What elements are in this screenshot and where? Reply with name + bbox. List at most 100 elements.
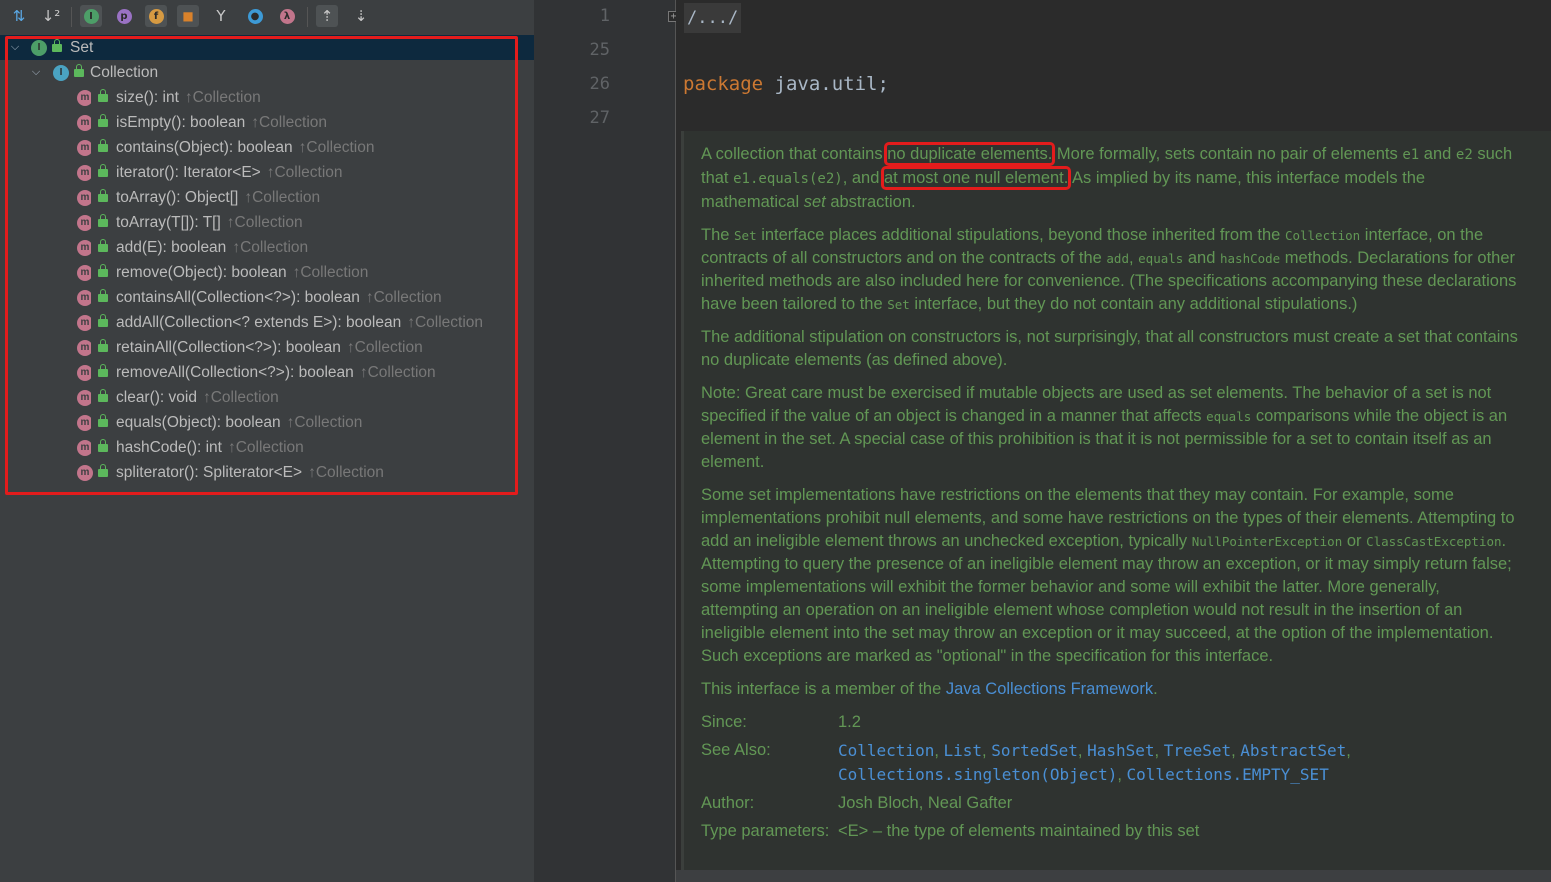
sort-alphabetically-button[interactable]: ↓² — [40, 5, 62, 27]
tree-node-method[interactable]: m spliterator(): Spliterator<E> ↑Collectio… — [0, 460, 534, 485]
inherited-from-label: ↑Collection — [232, 238, 309, 256]
separator: , — [982, 742, 992, 760]
tree-node-method[interactable]: m equals(Object): boolean ↑Collection — [0, 410, 534, 435]
method-icon: m — [77, 188, 95, 206]
public-lock-icon — [98, 189, 108, 202]
see-also-link[interactable]: SortedSet — [991, 741, 1078, 760]
show-inherited-button[interactable]: I — [80, 5, 102, 27]
public-lock-icon — [98, 289, 108, 302]
tree-node-method[interactable]: m hashCode(): int ↑Collection — [0, 435, 534, 460]
method-icon: m — [77, 113, 95, 131]
method-icon: m — [77, 138, 95, 156]
see-also-link[interactable]: Collections.singleton(Object) — [838, 765, 1117, 784]
method-icon: m — [77, 363, 95, 381]
method-signature: isEmpty(): boolean — [116, 113, 246, 131]
tree-node-method[interactable]: m addAll(Collection<? extends E>): boolea… — [0, 310, 534, 335]
see-also-link[interactable]: TreeSet — [1164, 741, 1231, 760]
tree-node-set[interactable]: ⌵ I Set — [0, 35, 534, 60]
line-number: 26 — [589, 74, 610, 94]
public-lock-icon — [98, 389, 108, 402]
horizontal-scrollbar[interactable] — [676, 870, 1551, 882]
tree-node-method[interactable]: m add(E): boolean ↑Collection — [0, 235, 534, 260]
autoscroll-to-source-button[interactable]: ⇡ — [316, 5, 338, 27]
method-icon: m — [77, 413, 95, 431]
tree-node-method[interactable]: m clear(): void ↑Collection — [0, 385, 534, 410]
method-signature: clear(): void — [116, 388, 197, 406]
lock-icon: ■ — [182, 8, 194, 23]
editor-gutter: 1 25 26 27 ✎ — [534, 0, 1182, 882]
package-name: java.util; — [763, 73, 889, 95]
anonymous-class-icon: ● — [247, 8, 263, 24]
see-also-link[interactable]: Collection — [838, 741, 934, 760]
method-icon: m — [77, 338, 95, 356]
method-signature: contains(Object): boolean — [116, 138, 293, 156]
public-lock-icon — [98, 114, 108, 127]
separator: , — [1117, 766, 1127, 784]
public-lock-icon — [98, 89, 108, 102]
tree-node-method[interactable]: m toArray(T[]): T[] ↑Collection — [0, 210, 534, 235]
chevron-down-icon[interactable]: ⌵ — [29, 66, 43, 80]
chevron-down-icon[interactable]: ⌵ — [8, 41, 22, 55]
tree-node-method[interactable]: m retainAll(Collection<?>): boolean ↑Colle… — [0, 335, 534, 360]
show-fields-button[interactable]: f — [145, 5, 167, 27]
author-tag: Author: Josh Bloch, Neal Gafter — [701, 794, 1013, 812]
sort-alphabetically-icon: ↓² — [41, 6, 61, 25]
inherited-from-label: ↑Collection — [298, 138, 375, 156]
collections-framework-link[interactable]: Java Collections Framework — [946, 680, 1153, 698]
show-lambdas-button[interactable]: Y — [210, 5, 232, 27]
see-also-link[interactable]: HashSet — [1087, 741, 1154, 760]
method-signature: remove(Object): boolean — [116, 263, 287, 281]
see-also-link[interactable]: Collections.EMPTY_SET — [1127, 765, 1329, 784]
show-non-public-button[interactable]: ■ — [177, 5, 199, 27]
inherited-from-label: ↑Collection — [365, 288, 442, 306]
inherited-from-label: ↑Collection — [346, 338, 423, 356]
public-lock-icon — [98, 314, 108, 327]
tree-node-method[interactable]: m size(): int ↑Collection — [0, 85, 534, 110]
tree-node-method[interactable]: m iterator(): Iterator<E> ↑Collection — [0, 160, 534, 185]
see-also-link[interactable]: List — [944, 741, 983, 760]
method-icon: m — [77, 263, 95, 281]
tree-node-method[interactable]: m remove(Object): boolean ↑Collection — [0, 260, 534, 285]
line-number: 27 — [589, 108, 610, 128]
public-lock-icon — [52, 39, 62, 52]
inherited-from-label: ↑Collection — [266, 163, 343, 181]
method-icon: m — [77, 238, 95, 256]
autoscroll-to-source-icon: ⇡ — [320, 6, 334, 25]
inherited-from-label: ↑Collection — [308, 463, 384, 481]
autoscroll-from-source-button[interactable]: ⇣ — [350, 5, 372, 27]
method-signature: toArray(T[]): T[] — [116, 213, 221, 231]
show-properties-button[interactable]: p — [113, 5, 135, 27]
see-also-link[interactable]: AbstractSet — [1240, 741, 1346, 760]
doc-paragraph: This interface is a member of the Java C… — [701, 680, 1158, 698]
interface-icon: I — [31, 39, 47, 56]
line-number: 1 — [599, 6, 610, 26]
public-lock-icon — [98, 414, 108, 427]
tree-node-method[interactable]: m isEmpty(): boolean ↑Collection — [0, 110, 534, 135]
tree-node-method[interactable]: m toArray(): Object[] ↑Collection — [0, 185, 534, 210]
tree-node-method[interactable]: m contains(Object): boolean ↑Collection — [0, 135, 534, 160]
show-anonymous-button[interactable]: ● — [244, 5, 266, 27]
method-icon: m — [77, 313, 95, 331]
show-lambda-button[interactable]: λ — [276, 5, 298, 27]
highlight-null-element: at most one null element. — [880, 166, 1072, 190]
tree-node-method[interactable]: m removeAll(Collection<?>): boolean ↑Colle… — [0, 360, 534, 385]
doc-paragraph: Note: Great care must be exercised if mu… — [701, 384, 1508, 471]
lambda-icon: λ — [279, 8, 295, 24]
inherited-from-label: ↑Collection — [286, 413, 363, 431]
type-params-tag: Type parameters: <E> – the type of elemen… — [701, 822, 1200, 840]
public-lock-icon — [98, 139, 108, 152]
inherited-from-label: ↑Collection — [359, 363, 436, 381]
package-declaration: package java.util; — [683, 73, 889, 95]
doc-paragraph: The Set interface places additional stip… — [701, 226, 1517, 313]
code-editor[interactable]: /.../ package java.util; A collection th… — [676, 0, 1551, 882]
separator: , — [1077, 742, 1088, 760]
method-icon: m — [77, 438, 95, 456]
tree-node-collection[interactable]: ⌵ I Collection — [0, 60, 534, 85]
tree-node-method[interactable]: m containsAll(Collection<?>): boolean ↑Col… — [0, 285, 534, 310]
highlight-no-duplicate: no duplicate elements. — [884, 142, 1056, 166]
inherited-from-label: ↑Collection — [227, 438, 304, 456]
sort-by-type-button[interactable]: ⇅ — [8, 5, 30, 27]
doc-paragraph: The additional stipulation on constructo… — [701, 328, 1518, 369]
folded-header-comment[interactable]: /.../ — [684, 3, 742, 33]
method-signature: toArray(): Object[] — [116, 188, 239, 206]
